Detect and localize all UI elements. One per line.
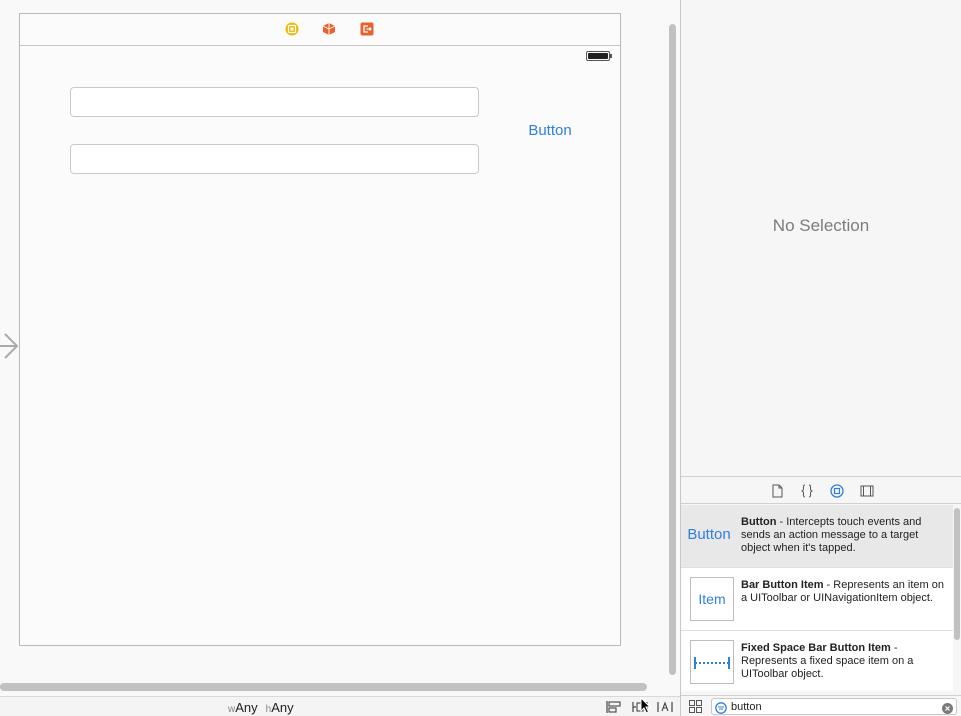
object-library-icon[interactable] [830, 484, 844, 498]
exit-icon[interactable] [360, 22, 374, 36]
fixed-space-thumbnail [690, 640, 734, 684]
library-item-button[interactable]: Button Button - Intercepts touch events … [681, 505, 953, 568]
bar-button-item-thumbnail: Item [690, 577, 734, 621]
resolve-issues-icon[interactable] [657, 700, 673, 714]
ui-button[interactable]: Button [520, 121, 580, 141]
text-field-2[interactable] [70, 144, 479, 174]
button-thumbnail: Button [687, 526, 731, 543]
grid-view-icon[interactable] [689, 700, 702, 713]
library-tab-bar [681, 476, 961, 504]
library-item-description: Bar Button Item - Represents an item on … [741, 579, 947, 605]
library-item-title: Fixed Space Bar Button Item [741, 642, 891, 654]
media-library-icon[interactable] [860, 484, 874, 498]
first-responder-icon[interactable] [322, 22, 336, 36]
height-class-value: Any [271, 700, 294, 715]
file-template-icon[interactable] [770, 484, 784, 498]
view-controller-scene[interactable]: Button [19, 13, 621, 646]
text-field-1[interactable] [70, 87, 479, 117]
vertical-scrollbar[interactable] [669, 24, 676, 675]
initial-scene-arrow-icon[interactable] [0, 330, 19, 362]
filter-icon [715, 701, 727, 714]
scene-dock [20, 14, 620, 46]
library-item-description: Button - Intercepts touch events and sen… [741, 516, 947, 555]
mouse-cursor-icon [640, 696, 652, 714]
library-filter-field[interactable] [711, 698, 957, 715]
object-library-list[interactable]: Button Button - Intercepts touch events … [681, 505, 953, 691]
clear-filter-icon[interactable] [942, 701, 953, 714]
code-snippet-icon[interactable] [800, 484, 814, 498]
library-filter-input[interactable] [731, 699, 931, 714]
library-filter-bar [681, 695, 961, 716]
library-item-description: Fixed Space Bar Button Item - Represents… [741, 642, 947, 681]
library-item-bar-button-item[interactable]: Item Bar Button Item - Represents an ite… [681, 568, 953, 631]
align-icon[interactable] [606, 700, 622, 714]
no-selection-label: No Selection [772, 216, 870, 235]
inspector-pane: No Selection [681, 0, 961, 476]
utilities-pane: No Selection Button Button - Intercepts … [681, 0, 961, 716]
view-controller-icon[interactable] [285, 22, 299, 36]
library-item-title: Bar Button Item [741, 579, 824, 591]
library-scrollbar[interactable] [954, 508, 960, 640]
canvas-bottom-bar: wAny hAny [0, 696, 680, 716]
width-class-value: Any [235, 700, 258, 715]
library-item-fixed-space[interactable]: Fixed Space Bar Button Item - Represents… [681, 631, 953, 691]
storyboard-canvas[interactable]: Button wAny hAny [0, 0, 680, 716]
horizontal-scrollbar[interactable] [0, 683, 647, 691]
battery-icon [586, 51, 612, 61]
size-class-control[interactable]: wAny hAny [228, 700, 294, 715]
library-item-title: Button [741, 516, 777, 528]
